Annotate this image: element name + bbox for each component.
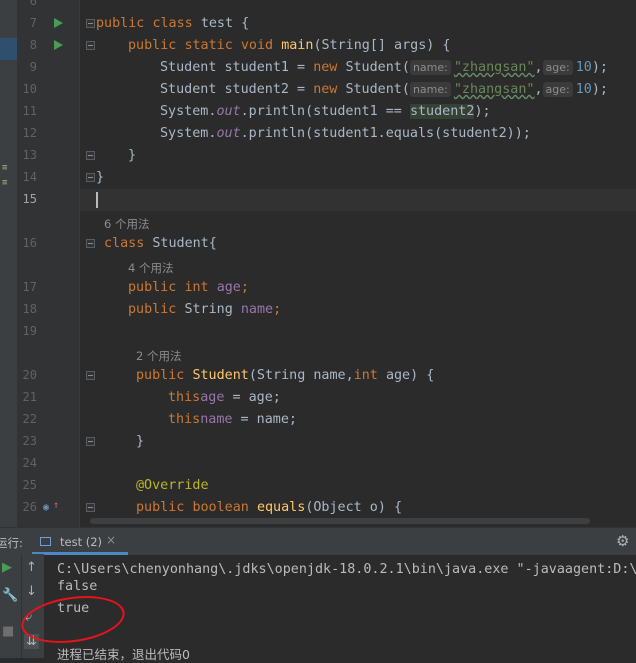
text-caret [96, 192, 98, 208]
stop-icon[interactable]: ■ [2, 624, 14, 639]
code-line: @Override [136, 478, 209, 493]
code-line: System.out.println(student1.equals(stude… [160, 126, 531, 141]
scroll-up-icon[interactable]: ↑ [26, 560, 37, 575]
parameter-hint: age: [542, 82, 573, 97]
line-number: 7 [29, 16, 37, 30]
gutter-divider [79, 0, 80, 527]
fold-marker-icon[interactable] [86, 151, 95, 160]
run-gutter-icon[interactable] [54, 18, 63, 28]
line-number: 12 [22, 126, 37, 140]
line-number: 20 [22, 368, 37, 382]
line-number: 13 [22, 148, 37, 162]
code-line: Student student2 = new Student(name: "zha… [160, 82, 608, 97]
code-line: class Student{ [104, 236, 217, 251]
run-panel: 运行: test (2) × ⚙ ▶ 🔧 ■ ↑ ↓ ⤶ ⇊ C:\Users\… [0, 527, 636, 662]
rerun-icon[interactable]: ▶ [2, 560, 12, 575]
current-line-highlight [80, 189, 636, 211]
line-number: 19 [22, 324, 37, 338]
parameter-hint: name: [409, 82, 451, 97]
line-number: 24 [22, 456, 37, 470]
code-line: } [136, 434, 145, 449]
code-line: thisage = age; [168, 390, 281, 405]
console-line: false [57, 579, 98, 594]
scroll-down-icon[interactable]: ↓ [26, 584, 37, 599]
override-gutter-icon[interactable]: ◉ [43, 502, 49, 513]
usages-hint[interactable]: 2 个用法 [136, 348, 181, 364]
console-exit-line: 进程已结束，退出代码0 [57, 647, 190, 662]
code-line: thisname = name; [168, 412, 297, 427]
active-tab-indicator [32, 552, 128, 555]
usages-hint[interactable]: 6 个用法 [104, 216, 149, 232]
line-number: 16 [22, 236, 37, 250]
gear-icon[interactable]: ⚙ [616, 532, 629, 550]
line-number: 23 [22, 434, 37, 448]
line-number: 9 [29, 60, 37, 74]
fold-marker-icon[interactable] [86, 19, 95, 28]
line-number: 6 [29, 0, 37, 8]
fold-marker-icon[interactable] [86, 239, 95, 248]
code-editor[interactable]: ≡ ≡ 6 7 8 9 10 11 12 13 14 15 16 17 18 1… [0, 0, 636, 527]
tab-run-icon [40, 537, 51, 546]
fold-marker-icon[interactable] [86, 173, 95, 182]
fold-marker-icon[interactable] [86, 371, 95, 380]
run-label: 运行: [0, 536, 23, 550]
run-panel-header: 运行: test (2) × ⚙ [0, 527, 636, 555]
line-number: 10 [22, 82, 37, 96]
line-number: 17 [22, 280, 37, 294]
code-line: System.out.println(student1 == student2)… [160, 104, 491, 119]
code-line: public class test { [96, 16, 250, 31]
code-line: public static void main(String[] args) { [128, 38, 451, 53]
line-number: 14 [22, 170, 37, 184]
line-number: 26 [22, 500, 37, 514]
line-number: 11 [22, 104, 37, 118]
wrench-icon[interactable]: 🔧 [2, 588, 18, 603]
console-line: C:\Users\chenyonhang\.jdks\openjdk-18.0.… [57, 562, 636, 577]
structure-marker-icon: ≡ [2, 178, 8, 188]
fold-marker-icon[interactable] [86, 41, 95, 50]
code-line: public Student(String name,int age) { [136, 368, 435, 383]
line-number: 22 [22, 412, 37, 426]
line-number-current: 15 [22, 192, 37, 206]
usages-hint[interactable]: 4 个用法 [128, 260, 173, 276]
line-number: 18 [22, 302, 37, 316]
fold-marker-icon[interactable] [86, 503, 95, 512]
code-line: } [128, 148, 137, 163]
fold-marker-icon[interactable] [86, 437, 95, 446]
line-number: 25 [22, 478, 37, 492]
tab-close-icon[interactable]: × [106, 533, 116, 547]
project-selection-marker [0, 38, 17, 60]
code-line: Student student1 = new Student(name: "zha… [160, 60, 608, 75]
run-gutter-icon[interactable] [54, 40, 63, 50]
tab-run-test[interactable]: test (2) [60, 535, 102, 549]
toolbar-divider [21, 554, 22, 658]
structure-marker-icon: ≡ [2, 163, 8, 173]
line-number: 21 [22, 390, 37, 404]
code-line: public boolean equals(Object o) { [136, 500, 403, 515]
code-line: } [96, 170, 105, 185]
override-arrow-icon: ↑ [53, 500, 60, 511]
parameter-hint: age: [542, 60, 573, 75]
line-number: 8 [29, 38, 37, 52]
code-line: public int age; [128, 280, 249, 295]
horizontal-scrollbar[interactable] [90, 518, 590, 524]
project-tool-strip: ≡ ≡ [0, 0, 17, 527]
parameter-hint: name: [409, 60, 451, 75]
code-line: public String name; [128, 302, 282, 317]
